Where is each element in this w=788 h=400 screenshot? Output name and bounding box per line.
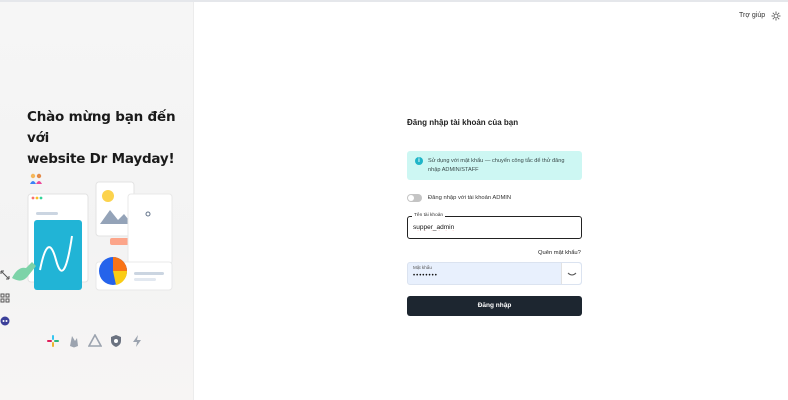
expand-icon[interactable] [0, 270, 10, 280]
shield-logo-icon [109, 334, 123, 348]
dashboard-illustration [12, 181, 173, 291]
login-button[interactable]: Đăng nhập [407, 296, 582, 316]
admin-toggle-row: Đăng nhập với tài khoản ADMIN [407, 194, 511, 202]
info-text: Sử dụng với mật khẩu — chuyển công tắc đ… [428, 158, 565, 173]
tech-logos [46, 333, 144, 348]
welcome-line-1: Chào mừng bạn đến với [27, 109, 176, 146]
side-tools [0, 270, 12, 339]
admin-toggle-label: Đăng nhập với tài khoản ADMIN [428, 195, 512, 201]
grid-icon[interactable] [0, 293, 10, 303]
welcome-line-2: website Dr Mayday! [27, 151, 175, 167]
eye-closed-icon [567, 272, 577, 276]
welcome-heading: Chào mừng bạn đến với website Dr Mayday! [27, 107, 187, 191]
username-label: Tên tài khoản [412, 213, 446, 218]
firebase-logo-icon [67, 334, 81, 348]
password-field: Mật khẩu [407, 262, 582, 285]
info-icon: i [415, 157, 423, 165]
help-link[interactable]: Trợ giúp [739, 12, 765, 19]
password-input[interactable] [413, 273, 553, 279]
username-field: Tên tài khoản [407, 213, 582, 239]
left-panel: Chào mừng bạn đến với website Dr Mayday! [0, 2, 194, 400]
admin-toggle[interactable] [407, 194, 422, 202]
forgot-password-link[interactable]: Quên mật khẩu? [538, 250, 581, 256]
prisma-logo-icon [87, 333, 103, 348]
info-banner: i Sử dụng với mật khẩu — chuyển công tắc… [407, 151, 582, 180]
bolt-logo-icon [130, 334, 144, 348]
username-input[interactable] [413, 224, 573, 231]
show-password-button[interactable] [561, 263, 581, 284]
form-title: Đăng nhập tài khoản của bạn [407, 118, 519, 127]
slack-logo-icon [46, 334, 60, 348]
password-label: Mật khẩu [413, 265, 432, 270]
gear-icon[interactable] [771, 11, 781, 21]
robot-icon[interactable] [0, 316, 10, 326]
